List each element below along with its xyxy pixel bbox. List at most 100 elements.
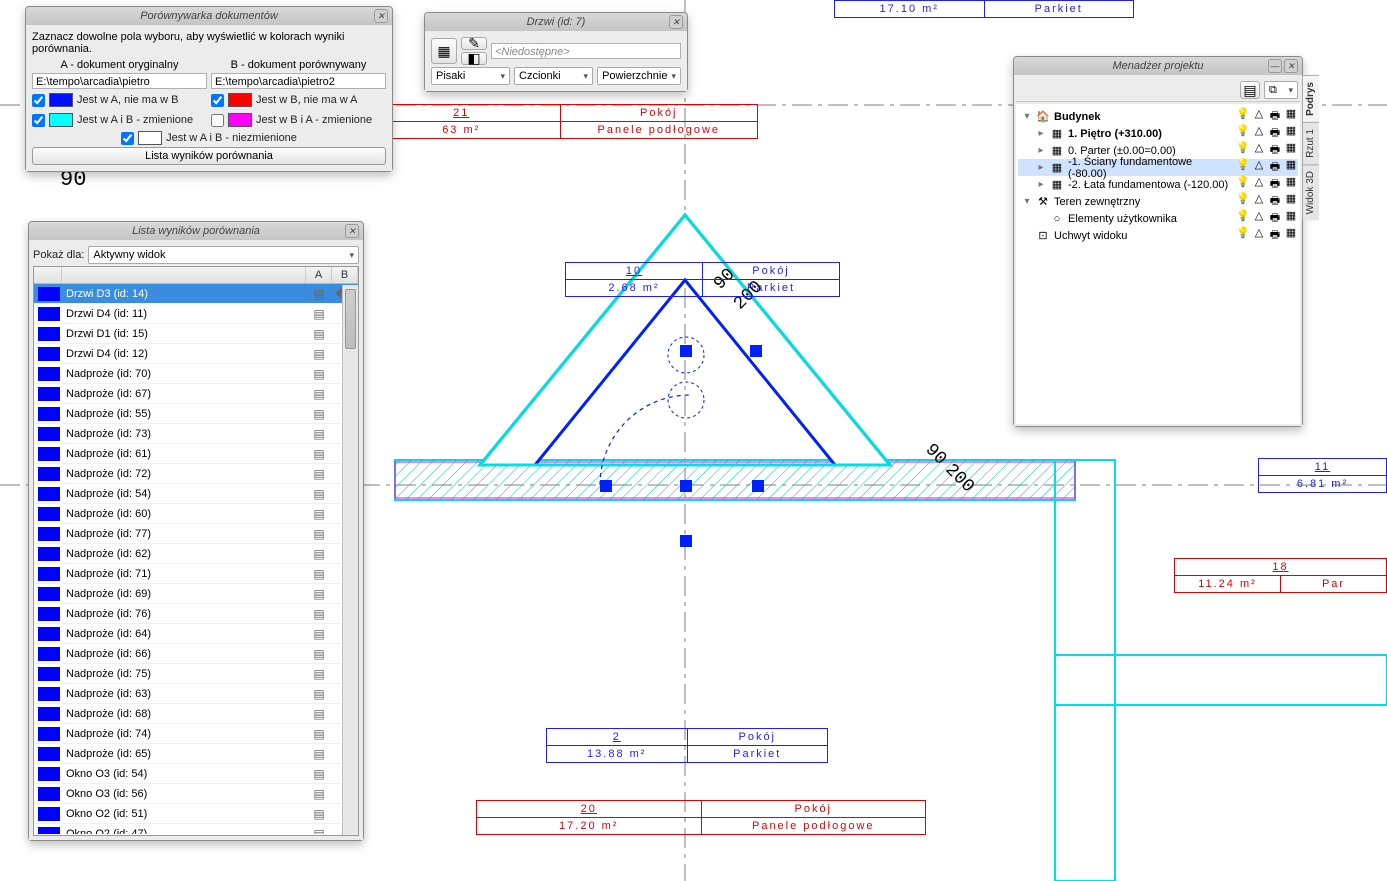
show-for-combo[interactable]: Aktywny widok (88, 246, 359, 264)
list-item[interactable]: Nadproże (id: 77) ▤ (34, 524, 358, 544)
swatch[interactable] (49, 93, 73, 107)
col-a-icon[interactable]: ▤ (306, 387, 332, 401)
doors-field[interactable]: <Niedostępne> (491, 43, 681, 59)
col-a-icon[interactable]: ▤ (306, 367, 332, 381)
comparator-title[interactable]: Porównywarka dokumentów ✕ (26, 7, 392, 25)
col-a-icon[interactable]: ▤ (306, 547, 332, 561)
tree-node[interactable]: ▸ ▦ -2. Łata fundamentowa (-120.00) 💡 △ … (1018, 176, 1298, 193)
tool-icon[interactable]: ▦ (431, 38, 457, 64)
results-list[interactable]: A B Drzwi D3 (id: 14) ▤ �╳ Drzwi D4 (id:… (33, 266, 359, 836)
pm-tab[interactable]: Podrys (1303, 75, 1319, 122)
col-a-icon[interactable]: ▤ (306, 527, 332, 541)
print-icon[interactable]: 🖶 (1268, 226, 1282, 245)
col-a-icon[interactable]: ▤ (306, 727, 332, 741)
list-item[interactable]: Nadproże (id: 67) ▤ (34, 384, 358, 404)
doors-panel[interactable]: Drzwi (id: 7)✕ ▦ ✎ ◧ <Niedostępne> Pisak… (424, 12, 688, 92)
list-item[interactable]: Nadproże (id: 62) ▤ (34, 544, 358, 564)
col-a-icon[interactable]: ▤ (306, 327, 332, 341)
close-icon[interactable]: ✕ (1284, 59, 1298, 73)
combo-pens[interactable]: Pisaki (431, 67, 510, 85)
col-a-icon[interactable]: ▤ (306, 467, 332, 481)
list-item[interactable]: Nadproże (id: 75) ▤ (34, 664, 358, 684)
chk-ab-changed[interactable] (32, 114, 45, 127)
combo-surfaces[interactable]: Powierzchnie (597, 67, 681, 85)
list-item[interactable]: Nadproże (id: 60) ▤ (34, 504, 358, 524)
list-item[interactable]: Drzwi D4 (id: 12) ▤ (34, 344, 358, 364)
col-a-icon[interactable]: ▤ (306, 687, 332, 701)
pm-filter-combo[interactable]: ⧉ (1264, 81, 1298, 99)
list-item[interactable]: Nadproże (id: 72) ▤ (34, 464, 358, 484)
list-item[interactable]: Nadproże (id: 70) ▤ (34, 364, 358, 384)
col-a-icon[interactable]: ▤ (306, 407, 332, 421)
col-a-icon[interactable]: ▤ (306, 807, 332, 821)
col-a-icon[interactable]: ▤ (306, 627, 332, 641)
tree-node[interactable]: ⊡ Uchwyt widoku 💡 △ 🖶 ▦ (1018, 227, 1298, 244)
col-a-icon[interactable]: ▤ (306, 747, 332, 761)
expand-icon[interactable]: ▾ (1022, 111, 1032, 122)
list-item[interactable]: Okno O3 (id: 56) ▤ (34, 784, 358, 804)
list-item[interactable]: Nadproże (id: 73) ▤ (34, 424, 358, 444)
col-a-icon[interactable]: ▤ (306, 667, 332, 681)
combo-fonts[interactable]: Czcionki (514, 67, 593, 85)
chk-b-not-a[interactable] (211, 94, 224, 107)
col-a-icon[interactable]: ▤ (306, 487, 332, 501)
list-item[interactable]: Nadproże (id: 54) ▤ (34, 484, 358, 504)
list-item[interactable]: Nadproże (id: 61) ▤ (34, 444, 358, 464)
col-a-icon[interactable]: ▤ (306, 767, 332, 781)
swatch[interactable] (138, 131, 162, 145)
brush-icon[interactable]: ✎ (461, 37, 487, 50)
swatch[interactable] (49, 113, 73, 127)
col-a-icon[interactable]: ▤ (306, 447, 332, 461)
close-icon[interactable]: ✕ (669, 15, 683, 29)
list-item[interactable]: Drzwi D3 (id: 14) ▤ �╳ (34, 284, 358, 304)
expand-icon[interactable]: ▸ (1036, 179, 1046, 190)
pm-title[interactable]: Menadżer projektu — ✕ (1014, 57, 1302, 75)
expand-icon[interactable]: ▸ (1036, 162, 1046, 173)
results-button[interactable]: Lista wyników porównania (32, 147, 386, 165)
dropper-icon[interactable]: ◧ (461, 52, 487, 65)
list-item[interactable]: Okno O3 (id: 54) ▤ (34, 764, 358, 784)
list-item[interactable]: Nadproże (id: 66) ▤ (34, 644, 358, 664)
list-item[interactable]: Okno O2 (id: 51) ▤ (34, 804, 358, 824)
col-a-icon[interactable]: ▤ (306, 647, 332, 661)
list-item[interactable]: Nadproże (id: 74) ▤ (34, 724, 358, 744)
tree-node[interactable]: ○ Elementy użytkownika 💡 △ 🖶 ▦ (1018, 210, 1298, 227)
lock-icon[interactable]: △ (1252, 226, 1266, 245)
pm-tab[interactable]: Widok 3D (1303, 164, 1319, 220)
col-b[interactable]: B (332, 267, 358, 283)
col-a-icon[interactable]: ▤ (306, 567, 332, 581)
col-a-icon[interactable]: ▤ (306, 287, 332, 301)
list-item[interactable]: Drzwi D1 (id: 15) ▤ (34, 324, 358, 344)
expand-icon[interactable]: ▸ (1036, 128, 1046, 139)
list-item[interactable]: Nadproże (id: 65) ▤ (34, 744, 358, 764)
expand-icon[interactable]: ▾ (1022, 196, 1032, 207)
list-item[interactable]: Nadproże (id: 68) ▤ (34, 704, 358, 724)
col-a-icon[interactable]: ▤ (306, 707, 332, 721)
col-a-icon[interactable]: ▤ (306, 827, 332, 835)
close-icon[interactable]: ✕ (374, 9, 388, 23)
list-item[interactable]: Drzwi D4 (id: 11) ▤ (34, 304, 358, 324)
list-item[interactable]: Nadproże (id: 69) ▤ (34, 584, 358, 604)
node-tools[interactable]: 💡 △ 🖶 ▦ (1236, 226, 1298, 245)
swatch[interactable] (228, 113, 252, 127)
bulb-icon[interactable]: 💡 (1236, 226, 1250, 245)
list-item[interactable]: Nadproże (id: 76) ▤ (34, 604, 358, 624)
list-item[interactable]: Nadproże (id: 64) ▤ (34, 624, 358, 644)
results-panel[interactable]: Lista wyników porównania✕ Pokaż dla: Akt… (28, 221, 364, 841)
pm-tool-icon[interactable]: ▤ (1240, 81, 1260, 99)
chk-a-not-b[interactable] (32, 94, 45, 107)
close-icon[interactable]: ✕ (345, 224, 359, 238)
list-item[interactable]: Nadproże (id: 63) ▤ (34, 684, 358, 704)
col-a-icon[interactable]: ▤ (306, 427, 332, 441)
tree-node[interactable]: ▸ ▦ 1. Piętro (+310.00) 💡 △ 🖶 ▦ (1018, 125, 1298, 142)
comparator-panel[interactable]: Porównywarka dokumentów ✕ Zaznacz dowoln… (25, 6, 393, 172)
col-a[interactable]: A (306, 267, 332, 283)
project-manager-panel[interactable]: Menadżer projektu — ✕ ▤ ⧉ ▾ 🏠 Budynek 💡 … (1013, 56, 1303, 427)
pm-side-tabs[interactable]: Podrys Rzut 1 Widok 3D (1302, 75, 1319, 220)
pm-tab[interactable]: Rzut 1 (1303, 122, 1319, 164)
results-title[interactable]: Lista wyników porównania✕ (29, 222, 363, 240)
color-icon[interactable]: ▦ (1284, 226, 1298, 245)
col-a-icon[interactable]: ▤ (306, 307, 332, 321)
tree-node[interactable]: ▸ ▦ -1. Ściany fundamentowe (-80.00) 💡 △… (1018, 159, 1298, 176)
chk-ab-unchanged[interactable] (121, 132, 134, 145)
